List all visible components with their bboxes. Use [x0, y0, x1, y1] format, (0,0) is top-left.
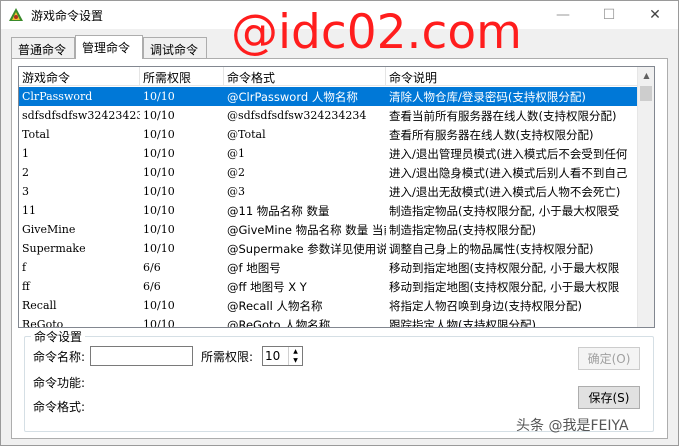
cell-command: 11 [22, 204, 36, 217]
cell-permission: 10/10 [143, 90, 175, 103]
cell-command: 1 [22, 147, 29, 160]
window-title: 游戏命令设置 [31, 9, 104, 23]
column-header-permission[interactable]: 所需权限 [140, 67, 224, 86]
tab-normal-commands[interactable]: 普通命令 [11, 37, 75, 58]
watermark-text: @idc02.com [231, 5, 522, 60]
table-row[interactable]: ClrPassword 10/10 @ClrPassword 人物名称 清除人物仓库/… [19, 87, 638, 106]
cell-permission: 10/10 [143, 128, 175, 141]
save-button[interactable]: 保存(S) [578, 386, 640, 409]
scroll-up-arrow-icon[interactable]: ▲ [638, 67, 654, 84]
table-row[interactable]: 11 10/10 @11 物品名称 数量 制造指定物品(支持权限分配, 小于最大权限受 [19, 201, 638, 220]
command-format-label: 命令格式: [33, 400, 86, 414]
group-title: 命令设置 [31, 328, 86, 345]
cell-permission: 10/10 [143, 185, 175, 198]
cell-description: 查看所有服务器在线人数(支持权限分配) [389, 128, 594, 142]
close-button[interactable]: ✕ [632, 1, 678, 29]
cell-command: 3 [22, 185, 29, 198]
permission-label: 所需权限: [201, 350, 254, 364]
cell-description: 进入/退出管理员模式(进入模式后不会受到任何 [389, 147, 628, 161]
column-header-format[interactable]: 命令格式 [224, 67, 386, 86]
cell-description: 制造指定物品(支持权限分配) [389, 223, 536, 237]
cell-format: @Recall 人物名称 [227, 299, 323, 313]
table-row[interactable]: f 6/6 @f 地图号 移动到指定地图(支持权限分配, 小于最大权限 [19, 258, 638, 277]
cell-permission: 10/10 [143, 223, 175, 236]
confirm-button[interactable]: 确定(O) [578, 347, 640, 370]
vertical-scrollbar[interactable]: ▲ [637, 67, 654, 327]
cell-command: Total [22, 128, 50, 141]
app-icon [7, 6, 25, 24]
cell-format: @3 [227, 185, 245, 198]
cell-description: 清除人物仓库/登录密码(支持权限分配) [389, 90, 586, 104]
cell-permission: 10/10 [143, 166, 175, 179]
column-header-description[interactable]: 命令说明 [386, 67, 638, 86]
permission-value: 10 [265, 349, 281, 363]
table-row[interactable]: sdfsdfsdfsw324234234 10/10 @sdfsdfsdfsw324… [19, 106, 638, 125]
spin-down-arrow-icon[interactable]: ▼ [289, 356, 302, 365]
command-name-input[interactable] [90, 346, 193, 366]
cell-description: 跟踪指定人物(支持权限分配) [389, 318, 536, 328]
cell-command: f [22, 261, 27, 274]
permission-spinner[interactable]: 10 ▲ ▼ [262, 346, 303, 366]
cell-description: 查看当前所有服务器在线人数(支持权限分配) [389, 109, 617, 123]
cell-format: @GiveMine 物品名称 数量 当前 [227, 223, 386, 237]
cell-description: 进入/退出无敌模式(进入模式后人物不会死亡) [389, 185, 621, 199]
cell-permission: 10/10 [143, 242, 175, 255]
cell-format: @ClrPassword 人物名称 [227, 90, 358, 104]
table-row[interactable]: 3 10/10 @3 进入/退出无敌模式(进入模式后人物不会死亡) [19, 182, 638, 201]
table-row[interactable]: 1 10/10 @1 进入/退出管理员模式(进入模式后不会受到任何 [19, 144, 638, 163]
command-list[interactable]: 游戏命令 所需权限 命令格式 命令说明 ClrPassword 10/10 @Clr… [18, 66, 655, 328]
cell-format: @Supermake 参数详见使用说明 [227, 242, 386, 256]
cell-command: ClrPassword [22, 90, 93, 103]
minimize-button[interactable]: — [540, 1, 586, 29]
cell-permission: 10/10 [143, 318, 175, 328]
cell-permission: 6/6 [143, 261, 161, 274]
credit-watermark: 头条 @我是FEIYA [516, 418, 629, 434]
table-row[interactable]: GiveMine 10/10 @GiveMine 物品名称 数量 当前 制造指定物品(… [19, 220, 638, 239]
cell-description: 移动到指定地图(支持权限分配, 小于最大权限 [389, 280, 620, 294]
cell-description: 将指定人物召唤到身边(支持权限分配) [389, 299, 582, 313]
cell-format: @1 [227, 147, 245, 160]
cell-command: ff [22, 280, 30, 293]
cell-command: 2 [22, 166, 29, 179]
cell-permission: 10/10 [143, 299, 175, 312]
cell-format: @Total [227, 128, 266, 141]
table-row[interactable]: Recall 10/10 @Recall 人物名称 将指定人物召唤到身边(支持权限分配… [19, 296, 638, 315]
list-header: 游戏命令 所需权限 命令格式 命令说明 [19, 67, 638, 86]
cell-command: Recall [22, 299, 57, 312]
cell-permission: 10/10 [143, 147, 175, 160]
cell-description: 调整自己身上的物品属性(支持权限分配) [389, 242, 594, 256]
column-header-command[interactable]: 游戏命令 [19, 67, 140, 86]
table-row[interactable]: Supermake 10/10 @Supermake 参数详见使用说明 调整自己身上的… [19, 239, 638, 258]
table-row[interactable]: Total 10/10 @Total 查看所有服务器在线人数(支持权限分配) [19, 125, 638, 144]
cell-command: GiveMine [22, 223, 76, 236]
cell-format: @f 地图号 [227, 261, 281, 275]
spin-up-arrow-icon[interactable]: ▲ [289, 347, 302, 356]
command-function-label: 命令功能: [33, 376, 86, 390]
cell-description: 移动到指定地图(支持权限分配, 小于最大权限 [389, 261, 620, 275]
table-row[interactable]: ReGoto 10/10 @ReGoto 人物名称 跟踪指定人物(支持权限分配) [19, 315, 638, 328]
list-body: ClrPassword 10/10 @ClrPassword 人物名称 清除人物仓库/… [19, 87, 638, 328]
cell-permission: 10/10 [143, 109, 175, 122]
tab-debug-commands[interactable]: 调试命令 [143, 37, 207, 58]
maximize-button[interactable]: ☐ [586, 1, 632, 29]
cell-description: 进入/退出隐身模式(进入模式后别人看不到自己 [389, 166, 628, 180]
spinner-buttons: ▲ ▼ [288, 347, 302, 365]
cell-format: @ReGoto 人物名称 [227, 318, 331, 328]
cell-format: @11 物品名称 数量 [227, 204, 330, 218]
cell-command: sdfsdfsdfsw324234234 [22, 109, 140, 122]
table-row[interactable]: 2 10/10 @2 进入/退出隐身模式(进入模式后别人看不到自己 [19, 163, 638, 182]
tab-manage-commands[interactable]: 管理命令 [75, 35, 143, 59]
command-settings-window: 游戏命令设置 — ☐ ✕ 普通命令 管理命令 调试命令 游戏命令 所需权限 命令… [0, 0, 679, 446]
cell-description: 制造指定物品(支持权限分配, 小于最大权限受 [389, 204, 620, 218]
command-name-label: 命令名称: [33, 350, 86, 364]
cell-format: @2 [227, 166, 245, 179]
cell-format: @ff 地图号 X Y [227, 280, 307, 294]
scroll-thumb[interactable] [640, 86, 652, 101]
cell-format: @sdfsdfsdfsw324234234 [227, 109, 367, 122]
cell-permission: 10/10 [143, 204, 175, 217]
cell-command: ReGoto [22, 318, 64, 328]
cell-permission: 6/6 [143, 280, 161, 293]
table-row[interactable]: ff 6/6 @ff 地图号 X Y 移动到指定地图(支持权限分配, 小于最大权限 [19, 277, 638, 296]
cell-command: Supermake [22, 242, 86, 255]
